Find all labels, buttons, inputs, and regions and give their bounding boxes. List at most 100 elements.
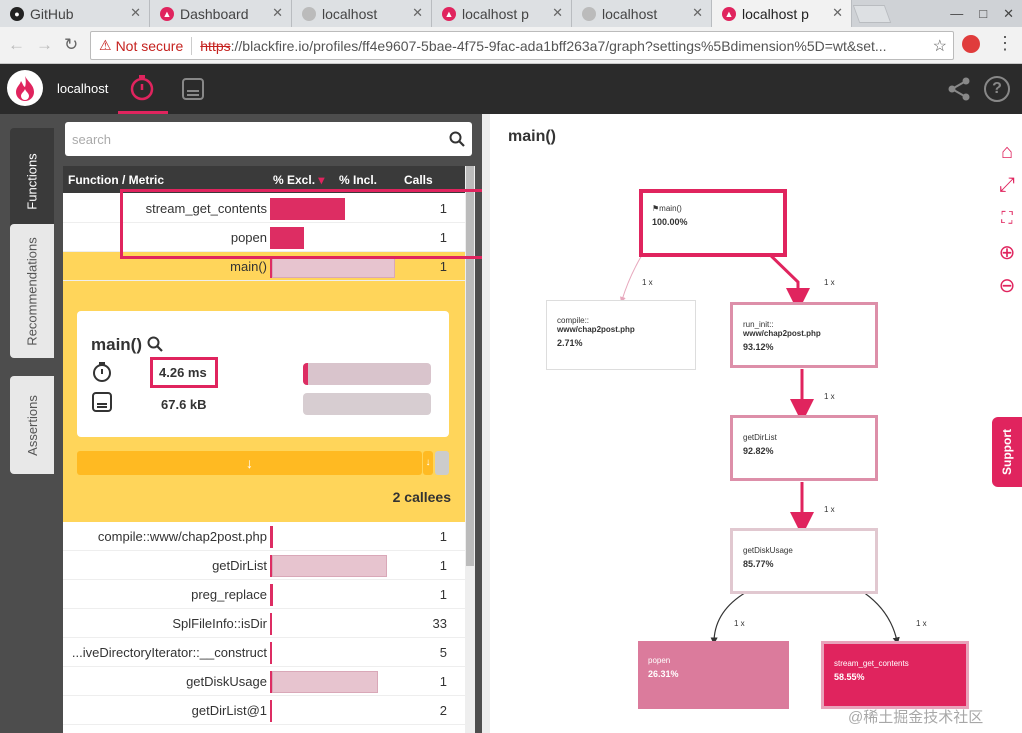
address-bar: ← → ↻ ⚠ Not secure https ://blackfire.io… <box>0 27 1022 64</box>
graph-node-popen[interactable]: popen 26.31% <box>638 641 789 709</box>
node-name: run_init:: <box>743 320 774 329</box>
browser-tab-localhost-1[interactable]: localhost ✕ <box>292 0 432 27</box>
url-text: ://blackfire.io/profiles/ff4e9607-5bae-4… <box>230 37 887 54</box>
security-label[interactable]: Not secure <box>116 38 184 54</box>
browser-tab-github[interactable]: ● GitHub ✕ <box>0 0 150 27</box>
browser-tab-localhost-2[interactable]: ▲ localhost p ✕ <box>432 0 572 27</box>
browser-tab-localhost-3[interactable]: localhost ✕ <box>572 0 712 27</box>
tab-title: localhost p <box>462 5 529 22</box>
tab-label: Recommendations <box>24 236 40 346</box>
search-icon[interactable] <box>449 131 465 147</box>
function-name: getDirList@1 <box>191 703 267 718</box>
close-window-icon[interactable]: ✕ <box>1003 6 1014 22</box>
col-function[interactable]: Function / Metric <box>68 173 164 187</box>
graph-node-getdiskusage[interactable]: getDiskUsage 85.77% <box>730 528 878 594</box>
table-row[interactable]: ...iveDirectoryIterator::__construct 5 <box>63 638 465 667</box>
highlight-box-time <box>150 357 218 388</box>
back-icon[interactable]: ← <box>8 35 25 55</box>
bookmark-star-icon[interactable]: ☆ <box>933 36 947 56</box>
warning-icon: ⚠ <box>99 37 112 53</box>
calls-count: 5 <box>439 645 447 660</box>
graph-node-run-init[interactable]: run_init:: www/chap2post.php 93.12% <box>730 302 878 368</box>
callee-expand-bar[interactable]: ↓ <box>77 451 422 475</box>
timer-icon[interactable] <box>128 74 156 102</box>
zoom-out-icon[interactable]: ⊖ <box>996 275 1018 297</box>
graph-node-main[interactable]: ⚑main() 100.00% <box>639 189 787 257</box>
browser-tab-dashboard[interactable]: ▲ Dashboard ✕ <box>150 0 292 27</box>
forward-icon[interactable]: → <box>36 35 53 55</box>
edge-label: 1 x <box>824 392 835 401</box>
close-icon[interactable]: ✕ <box>272 5 283 21</box>
calls-count: 33 <box>432 616 447 631</box>
fullscreen-icon[interactable]: ⤢ <box>996 174 1018 196</box>
memory-bar <box>303 393 431 415</box>
tab-recommendations[interactable]: Recommendations <box>10 224 54 358</box>
minimize-icon[interactable]: — <box>950 6 963 21</box>
edge-label: 1 x <box>824 278 835 287</box>
col-excl[interactable]: % Excl. ▾ <box>273 173 324 187</box>
close-icon[interactable]: ✕ <box>692 5 703 21</box>
panel-divider[interactable] <box>482 114 490 733</box>
edge-label: 1 x <box>642 278 653 287</box>
page-icon <box>582 6 596 21</box>
tab-assertions[interactable]: Assertions <box>10 376 54 474</box>
node-name: main() <box>659 204 682 213</box>
zoom-in-icon[interactable]: ⊕ <box>996 242 1018 264</box>
share-icon[interactable] <box>946 76 972 102</box>
reload-icon[interactable]: ↻ <box>64 35 78 55</box>
browser-tab-localhost-active[interactable]: ▲ localhost p ✕ <box>712 0 852 27</box>
watermark: @稀土掘金技术社区 <box>848 709 984 726</box>
blackfire-extension-icon[interactable] <box>962 35 980 53</box>
blackfire-logo[interactable] <box>7 70 43 106</box>
function-name: SplFileInfo::isDir <box>172 616 267 631</box>
support-label: Support <box>1000 429 1014 475</box>
github-icon: ● <box>10 6 24 21</box>
home-icon[interactable]: ⌂ <box>996 141 1018 163</box>
graph-node-stream-get-contents[interactable]: stream_get_contents 58.55% <box>821 641 969 709</box>
calls-count: 1 <box>439 674 447 689</box>
table-row[interactable]: getDirList@1 2 <box>63 696 465 725</box>
tab-title: Dashboard <box>180 5 249 22</box>
edge-label: 1 x <box>734 619 745 628</box>
maximize-icon[interactable]: □ <box>979 6 987 21</box>
node-percent: 100.00% <box>652 217 688 227</box>
callee-expand-small[interactable]: ↓ <box>423 451 433 475</box>
menu-icon[interactable]: ⋮ <box>996 33 1014 54</box>
node-name: getDiskUsage <box>743 546 793 555</box>
table-row[interactable]: getDirList 1 <box>63 551 465 580</box>
support-button[interactable]: Support <box>992 417 1022 487</box>
node-percent: 2.71% <box>557 338 583 348</box>
function-name: getDiskUsage <box>186 674 267 689</box>
page-icon <box>302 6 316 21</box>
table-row[interactable]: compile::www/chap2post.php 1 <box>63 522 465 551</box>
memory-value: 67.6 kB <box>161 397 207 412</box>
graph-node-getdirlist[interactable]: getDirList 92.82% <box>730 415 878 481</box>
table-row[interactable]: getDiskUsage 1 <box>63 667 465 696</box>
new-tab-button[interactable] <box>852 5 892 23</box>
function-name: main() <box>230 259 267 274</box>
close-icon[interactable]: ✕ <box>130 5 141 21</box>
table-row[interactable]: SplFileInfo::isDir 33 <box>63 609 465 638</box>
close-icon[interactable]: ✕ <box>832 5 843 21</box>
table-row[interactable]: preg_replace 1 <box>63 580 465 609</box>
graph-node-compile[interactable]: compile:: www/chap2post.php 2.71% <box>546 300 696 370</box>
node-file: www/chap2post.php <box>557 325 635 334</box>
calls-count: 2 <box>439 703 447 718</box>
tab-title: localhost <box>602 5 658 22</box>
close-icon[interactable]: ✕ <box>552 5 563 21</box>
fit-icon[interactable]: ⛶ <box>996 208 1018 230</box>
tab-functions[interactable]: Functions <box>10 128 54 234</box>
search-input[interactable]: search <box>65 122 472 156</box>
help-icon[interactable]: ? <box>984 76 1010 102</box>
sort-desc-icon: ▾ <box>318 173 325 187</box>
search-icon[interactable] <box>147 336 163 352</box>
col-incl[interactable]: % Incl. <box>339 173 377 187</box>
sidebar-tabs: Functions Recommendations Assertions <box>0 114 56 733</box>
node-name: compile:: <box>557 316 590 325</box>
col-calls[interactable]: Calls <box>404 173 433 187</box>
tab-title: GitHub <box>30 5 74 22</box>
memory-icon[interactable] <box>180 76 206 102</box>
url-field[interactable]: ⚠ Not secure https ://blackfire.io/profi… <box>90 31 954 60</box>
close-icon[interactable]: ✕ <box>412 5 423 21</box>
divider <box>191 36 193 55</box>
